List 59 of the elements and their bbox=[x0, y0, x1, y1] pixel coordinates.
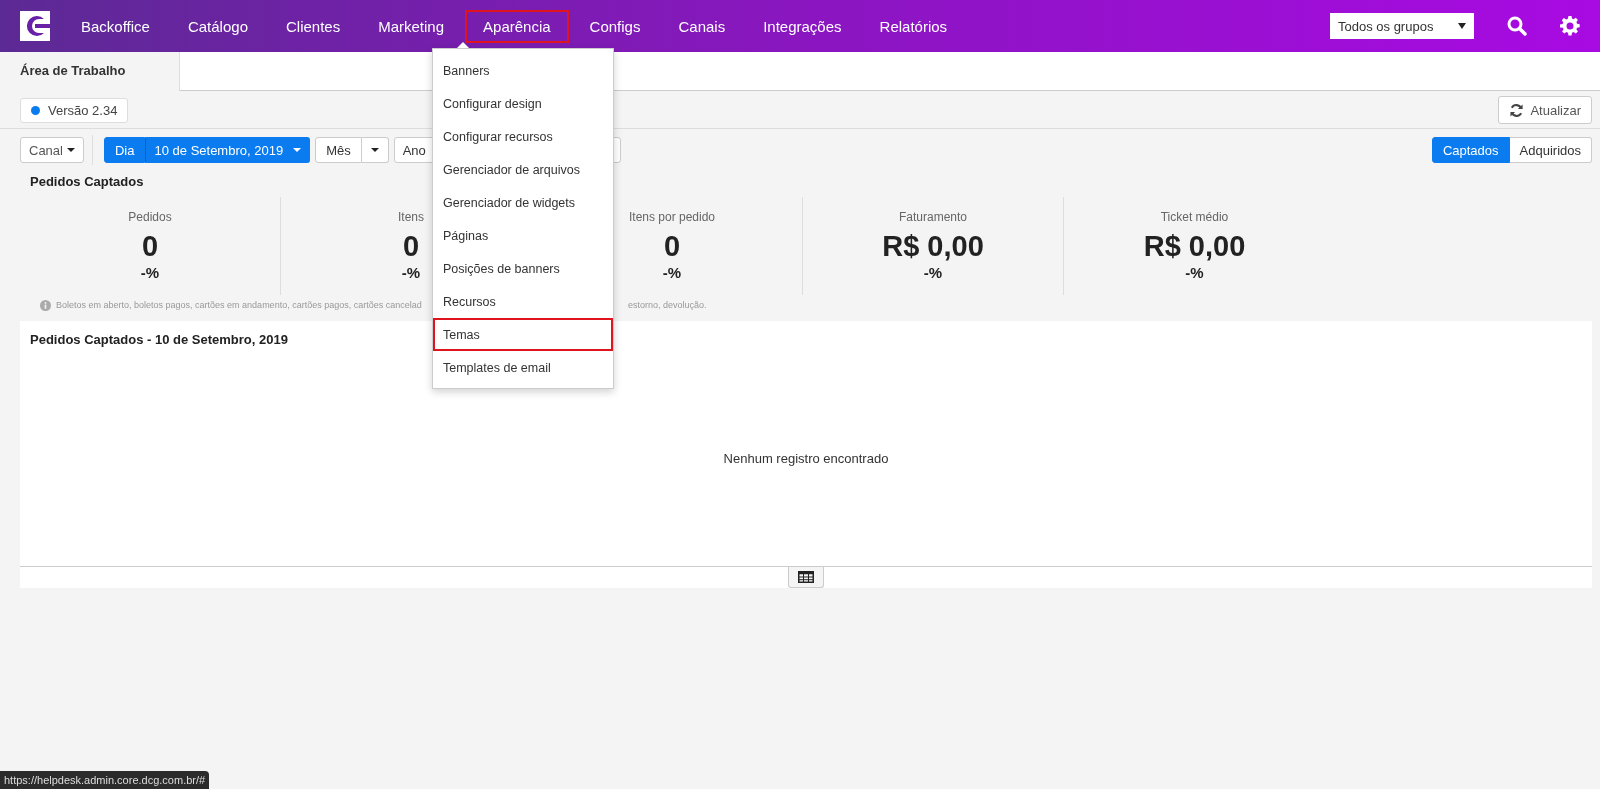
stat-value: 0 bbox=[402, 230, 420, 262]
info-icon bbox=[40, 299, 51, 311]
empty-message: Nenhum registro encontrado bbox=[723, 451, 889, 466]
stat-change: -% bbox=[1185, 264, 1204, 281]
stat-value: R$ 0,00 bbox=[882, 230, 984, 262]
logo-icon[interactable] bbox=[20, 11, 50, 41]
menu-item[interactable]: Configurar design bbox=[433, 87, 613, 120]
stat-change: -% bbox=[923, 264, 943, 281]
group-select[interactable]: Todos os grupos bbox=[1330, 13, 1474, 39]
stat-value: R$ 0,00 bbox=[1143, 230, 1246, 262]
search-icon[interactable] bbox=[1507, 16, 1527, 36]
stat-value: 0 bbox=[663, 230, 681, 262]
nav-item[interactable]: Aparência bbox=[465, 9, 569, 43]
settings-icon[interactable] bbox=[1560, 16, 1580, 36]
menu-item[interactable]: Posições de banners bbox=[433, 252, 613, 285]
nav-item[interactable]: Catálogo bbox=[170, 9, 265, 43]
nav-item[interactable]: Marketing bbox=[361, 9, 462, 43]
nav-item[interactable]: Integrações bbox=[746, 9, 859, 43]
stat-value: 0 bbox=[141, 230, 159, 262]
nav-item[interactable]: Relatórios bbox=[862, 9, 965, 43]
refresh-icon bbox=[1509, 102, 1525, 118]
stat-label: Itens bbox=[398, 210, 424, 224]
menu-item[interactable]: Temas bbox=[433, 318, 613, 351]
period-button[interactable]: Dia bbox=[103, 137, 146, 163]
menu-item[interactable]: Recursos bbox=[433, 285, 613, 318]
period-button[interactable]: Ano bbox=[393, 137, 435, 163]
nav-item[interactable]: Canais bbox=[661, 9, 743, 43]
nav-item[interactable]: Clientes bbox=[269, 9, 358, 43]
note-text: estorno, devolução. bbox=[628, 300, 707, 310]
menu-item[interactable]: Gerenciador de widgets bbox=[433, 186, 613, 219]
table-icon bbox=[798, 571, 814, 583]
stat-change: -% bbox=[401, 264, 421, 281]
menu-item[interactable]: Gerenciador de arquivos bbox=[433, 153, 613, 186]
period-dropdown-button[interactable] bbox=[361, 137, 389, 163]
nav-item[interactable]: Backoffice bbox=[64, 9, 167, 43]
date-picker-button[interactable]: 10 de Setembro, 2019 bbox=[145, 137, 311, 163]
version-label: Versão 2.34 bbox=[48, 102, 118, 118]
status-url: https://helpdesk.admin.core.dcg.com.br/# bbox=[0, 771, 210, 789]
stat-change: -% bbox=[140, 264, 160, 281]
stat-label: Faturamento bbox=[898, 210, 967, 224]
mode-toggle-button[interactable]: Adquiridos bbox=[1509, 137, 1592, 163]
panel-title: Pedidos Captados - 10 de Setembro, 2019 bbox=[30, 332, 288, 347]
section-title: Pedidos Captados bbox=[30, 174, 144, 189]
stat-change: -% bbox=[662, 264, 682, 281]
nav-item[interactable]: Configs bbox=[572, 9, 658, 43]
channel-dropdown[interactable]: Canal bbox=[20, 137, 84, 163]
menu-item[interactable]: Banners bbox=[433, 54, 613, 87]
stat-label: Pedidos bbox=[128, 210, 172, 224]
menu-item[interactable]: Templates de email bbox=[433, 351, 613, 384]
mode-toggle-button[interactable]: Captados bbox=[1431, 137, 1510, 163]
status-dot-icon bbox=[31, 105, 40, 115]
table-view-button[interactable] bbox=[788, 567, 824, 588]
menu-item[interactable]: Páginas bbox=[433, 219, 613, 252]
note-text: Boletos em aberto, boletos pagos, cartões em andamento, cartões pagos, cartões cancelad bbox=[56, 300, 423, 310]
menu-item[interactable]: Configurar recursos bbox=[433, 120, 613, 153]
stat-label: Itens por pedido bbox=[628, 210, 716, 224]
period-button[interactable]: Mês bbox=[315, 137, 362, 163]
refresh-button[interactable]: Atualizar bbox=[1498, 96, 1592, 124]
stat-label: Ticket médio bbox=[1160, 210, 1229, 224]
